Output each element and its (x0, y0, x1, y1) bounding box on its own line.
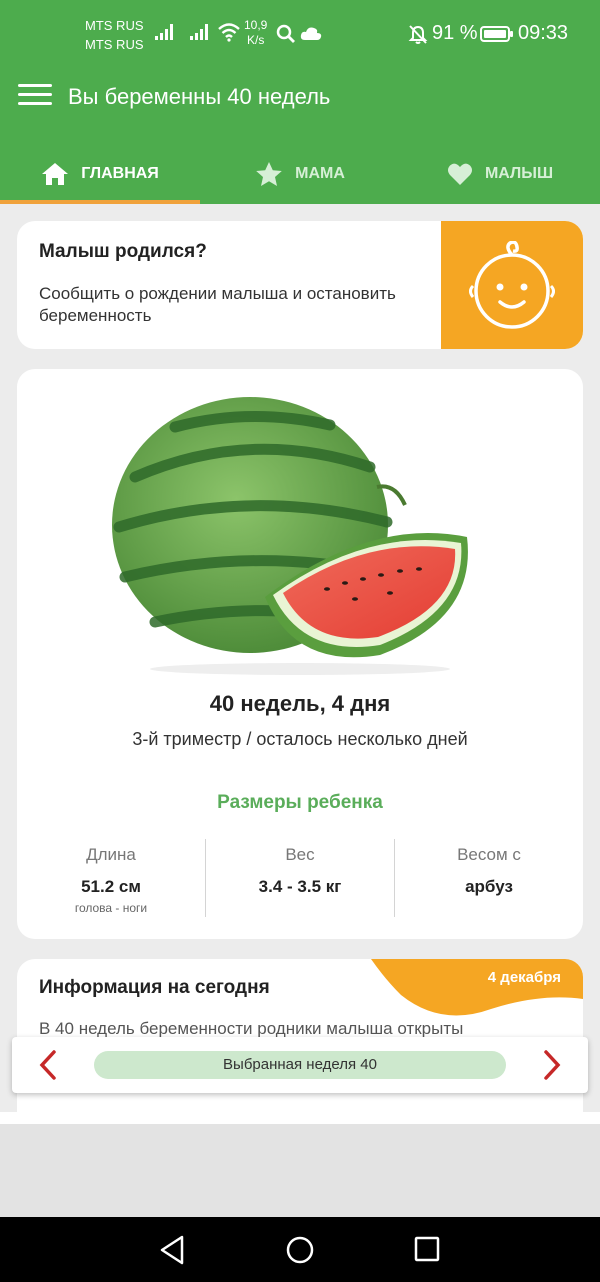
stat-note: голова - ноги (74, 901, 148, 915)
recent-apps-icon[interactable] (413, 1235, 441, 1263)
signal-icon (155, 24, 173, 40)
search-icon (276, 24, 295, 43)
stat-label: Вес (285, 845, 315, 864)
chevron-right-icon[interactable] (536, 1049, 566, 1081)
stat-value: арбуз (465, 877, 513, 896)
chevron-left-icon[interactable] (34, 1049, 64, 1081)
tab-mama[interactable]: МАМА (200, 144, 400, 204)
week-subtitle: 3-й триместр / осталось несколько дней (132, 729, 468, 749)
back-icon[interactable] (158, 1235, 186, 1265)
tab-label: МАЛЫШ (484, 165, 554, 182)
star-icon (256, 162, 282, 186)
today-info-title: Информация на сегодня (39, 977, 270, 998)
divider (0, 1112, 600, 1124)
today-info-text: В 40 недель беременности родники малыша … (39, 1019, 464, 1038)
baby-icon-panel (441, 221, 583, 349)
sizes-heading: Размеры ребенка (217, 792, 383, 813)
empty-area (0, 1124, 600, 1217)
week-title: 40 недель, 4 дня (209, 691, 391, 716)
selected-week[interactable]: Выбранная неделя 40 (94, 1051, 506, 1079)
clock: 09:33 (518, 22, 569, 44)
app-bar: Вы беременны 40 недель (0, 56, 600, 144)
carrier-1: MTS RUS (85, 18, 144, 33)
stat-value: 51.2 см (81, 877, 141, 896)
stat-size-compare: Весом с арбуз (394, 839, 583, 917)
tab-home[interactable]: ГЛАВНАЯ (0, 144, 200, 204)
stat-value: 3.4 - 3.5 кг (258, 877, 342, 896)
tab-label: МАМА (295, 165, 345, 182)
battery-icon (480, 26, 513, 42)
stat-weight: Вес 3.4 - 3.5 кг (205, 839, 394, 917)
baby-face-icon (469, 241, 555, 329)
hamburger-icon[interactable] (18, 84, 52, 114)
baby-stats: Длина 51.2 см голова - ноги Вес 3.4 - 3.… (17, 839, 583, 917)
bell-off-icon (408, 25, 428, 44)
tab-bar: ГЛАВНАЯ МАМА МАЛЫШ (0, 144, 600, 204)
week-selector: Выбранная неделя 40 (12, 1037, 588, 1093)
baby-born-text: Сообщить о рождении малыша и остановить … (39, 284, 396, 325)
signal-icon (190, 24, 208, 40)
home-icon (42, 163, 69, 185)
baby-born-title: Малыш родился? (39, 241, 207, 262)
watermelon-image (112, 397, 468, 675)
network-speed: 10,9 K/s (244, 18, 267, 48)
speed-value: 10,9 (244, 18, 268, 32)
tab-baby[interactable]: МАЛЫШ (400, 144, 600, 204)
baby-born-card[interactable]: Малыш родился? Сообщить о рождении малыш… (17, 221, 583, 349)
heart-icon (447, 163, 472, 185)
wifi-icon (218, 23, 240, 42)
tab-label: ГЛАВНАЯ (81, 165, 159, 182)
page-title: Вы беременны 40 недель (68, 84, 331, 109)
week-card: 40 недель, 4 дня 3-й триместр / осталось… (17, 369, 583, 939)
today-date: 4 декабря (487, 969, 561, 986)
battery-percent: 91 % (432, 22, 478, 44)
speed-unit: K/s (247, 33, 265, 47)
carrier-2: MTS RUS (85, 37, 144, 52)
stat-label: Длина (86, 845, 136, 864)
system-nav-bar (0, 1217, 600, 1282)
stat-length: Длина 51.2 см голова - ноги (17, 839, 205, 917)
stat-label: Весом с (457, 845, 521, 864)
carrier-names: MTS RUS MTS RUS (85, 16, 144, 54)
cloud-icon (300, 27, 322, 40)
home-nav-icon[interactable] (285, 1235, 315, 1265)
